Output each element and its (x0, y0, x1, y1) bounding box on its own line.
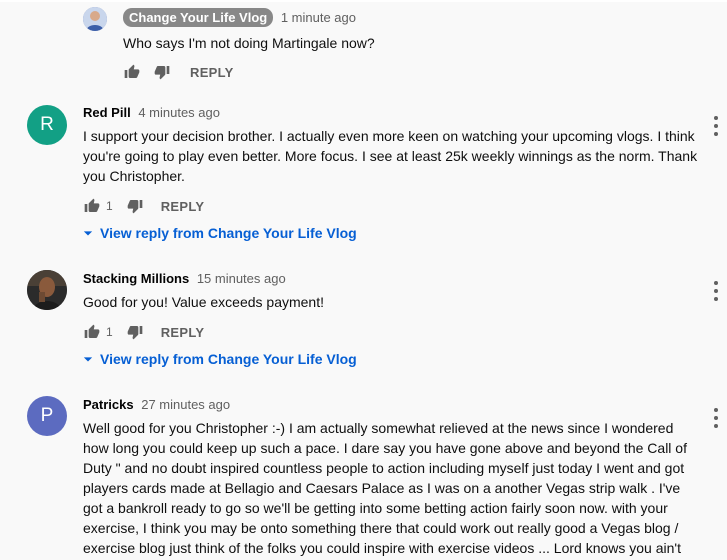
more-actions-icon[interactable] (713, 281, 719, 301)
like-button[interactable] (80, 194, 104, 218)
view-replies-label: View reply from Change Your Life Vlog (100, 225, 357, 241)
comment-actions: 1 REPLY (80, 194, 204, 218)
thumb-down-icon (154, 66, 170, 80)
comment-text: I support your decision brother. I actua… (83, 128, 698, 184)
avatar-image (83, 7, 107, 31)
view-replies-button[interactable]: View reply from Change Your Life Vlog (78, 349, 357, 369)
reply-button[interactable]: REPLY (190, 65, 234, 80)
reply-body: Change Your Life Vlog 1 minute ago Who s… (123, 8, 375, 53)
avatar[interactable]: P (27, 396, 67, 436)
author-name[interactable]: Patricks (83, 397, 134, 412)
comment-body: Red Pill 4 minutes ago I support your de… (83, 104, 703, 186)
like-count: 1 (106, 325, 113, 339)
timestamp[interactable]: 1 minute ago (281, 10, 356, 25)
thumb-down-icon (127, 200, 143, 214)
timestamp[interactable]: 15 minutes ago (197, 271, 286, 286)
avatar-image (27, 270, 67, 310)
comment-actions: 1 REPLY (80, 320, 204, 344)
like-count: 1 (106, 199, 113, 213)
author-name[interactable]: Red Pill (83, 105, 131, 120)
thumb-up-icon (84, 198, 100, 212)
caret-down-icon (78, 349, 98, 369)
thumb-up-icon (84, 324, 100, 338)
comment-body: Stacking Millions 15 minutes ago Good fo… (83, 270, 703, 312)
comments-section: Change Your Life Vlog 1 minute ago Who s… (0, 0, 727, 560)
dislike-button[interactable] (150, 60, 174, 84)
caret-down-icon (78, 223, 98, 243)
comment-text: Well good for you Christopher :-) I am a… (83, 420, 687, 556)
comment-text: Good for you! Value exceeds payment! (83, 294, 324, 310)
author-name[interactable]: Change Your Life Vlog (123, 8, 274, 27)
reply-button[interactable]: REPLY (161, 325, 205, 340)
comment-body: Patricks 27 minutes ago Well good for yo… (83, 396, 697, 558)
like-button[interactable] (80, 320, 104, 344)
avatar[interactable] (27, 270, 67, 310)
avatar[interactable] (83, 7, 107, 31)
divider (0, 0, 727, 2)
more-actions-icon[interactable] (713, 408, 719, 428)
author-name[interactable]: Stacking Millions (83, 271, 189, 286)
thumb-up-icon (124, 64, 140, 78)
comment-text: Who says I'm not doing Martingale now? (123, 35, 375, 51)
view-replies-button[interactable]: View reply from Change Your Life Vlog (78, 223, 357, 243)
more-actions-icon[interactable] (713, 116, 719, 136)
comment-actions: REPLY (120, 60, 234, 84)
like-button[interactable] (120, 60, 144, 84)
reply-button[interactable]: REPLY (161, 199, 205, 214)
dislike-button[interactable] (123, 194, 147, 218)
view-replies-label: View reply from Change Your Life Vlog (100, 351, 357, 367)
avatar[interactable]: R (27, 105, 67, 145)
dislike-button[interactable] (123, 320, 147, 344)
thumb-down-icon (127, 326, 143, 340)
timestamp[interactable]: 27 minutes ago (141, 397, 230, 412)
timestamp[interactable]: 4 minutes ago (138, 105, 220, 120)
